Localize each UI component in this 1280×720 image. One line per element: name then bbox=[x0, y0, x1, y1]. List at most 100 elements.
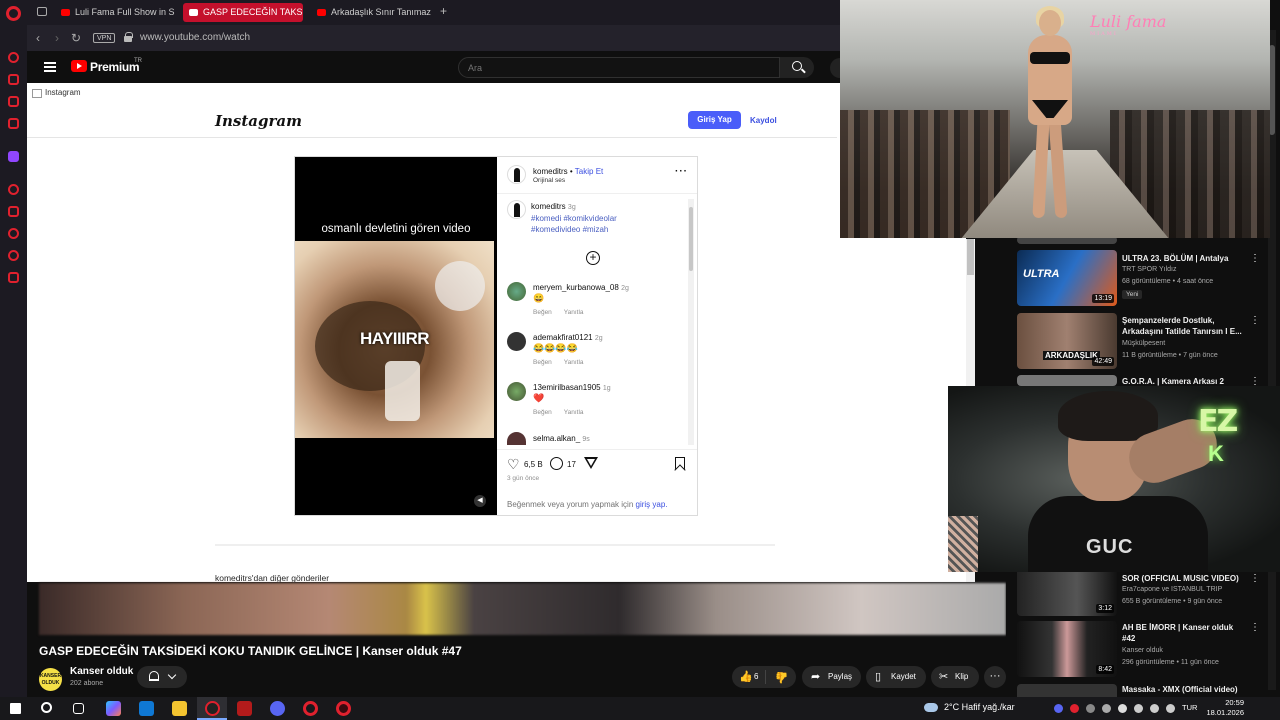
load-more-comments-icon[interactable]: + bbox=[586, 251, 600, 265]
opera-gx-2-icon[interactable] bbox=[336, 701, 351, 716]
url-field[interactable]: www.youtube.com/watch bbox=[140, 32, 250, 43]
tab-gasp[interactable]: GASP EDECEĞİN TAKSİDE bbox=[183, 3, 303, 22]
twitch-icon[interactable] bbox=[8, 151, 19, 162]
opera-gx-icon[interactable] bbox=[205, 701, 220, 716]
avatar[interactable] bbox=[507, 200, 526, 219]
menu-icon[interactable] bbox=[44, 62, 56, 72]
task-view-icon[interactable] bbox=[73, 703, 84, 714]
channel-name[interactable]: Era7capone ve ISTANBUL TRIP bbox=[1122, 586, 1222, 593]
like-comment-button[interactable]: Beğen bbox=[533, 359, 552, 366]
wallet-icon[interactable] bbox=[8, 206, 19, 217]
channel-name[interactable]: Müşkülpesent bbox=[1122, 340, 1165, 347]
comments-scrollbar[interactable] bbox=[688, 199, 694, 445]
more-options-icon[interactable]: ⋮ bbox=[1250, 622, 1260, 633]
thumbs-up-icon[interactable]: 👍 bbox=[739, 666, 753, 688]
vpn-badge[interactable]: VPN bbox=[93, 33, 116, 43]
video-title[interactable]: ULTRA 23. BÖLÜM | Antalya bbox=[1122, 253, 1242, 264]
instagram-icon[interactable] bbox=[8, 118, 19, 129]
like-comment-button[interactable]: Beğen bbox=[533, 409, 552, 416]
back-icon[interactable]: ‹ bbox=[36, 31, 40, 45]
player-icon[interactable] bbox=[8, 184, 19, 195]
volume-icon[interactable]: ◀ bbox=[474, 495, 486, 507]
bag-icon[interactable] bbox=[8, 74, 19, 85]
tray-icon[interactable] bbox=[1102, 704, 1111, 713]
tray-icon[interactable] bbox=[1070, 704, 1079, 713]
video-title[interactable]: SOR (OFFICIAL MUSIC VIDEO) bbox=[1122, 573, 1242, 584]
save-button[interactable]: ▯ Kaydet bbox=[866, 666, 926, 688]
bookmark-icon[interactable] bbox=[675, 457, 685, 470]
video-thumbnail[interactable] bbox=[1017, 375, 1117, 386]
channel-name[interactable]: Kanser olduk bbox=[70, 666, 133, 677]
video-player[interactable] bbox=[39, 583, 1006, 635]
search-icon[interactable] bbox=[41, 702, 52, 713]
tab-luli-fama[interactable]: Luli Fama Full Show in SLO bbox=[55, 3, 175, 22]
video-thumbnail[interactable]: 3:12 bbox=[1017, 572, 1117, 616]
more-actions-icon[interactable]: ··· bbox=[984, 666, 1006, 688]
reply-button[interactable]: Yanıtla bbox=[564, 359, 584, 366]
reload-icon[interactable]: ↻ bbox=[71, 31, 81, 45]
lock-icon[interactable] bbox=[124, 32, 133, 42]
obs-icon[interactable] bbox=[237, 701, 252, 716]
tray-icon[interactable] bbox=[1086, 704, 1095, 713]
avatar[interactable] bbox=[507, 432, 526, 445]
avatar[interactable] bbox=[507, 165, 526, 184]
messenger-icon[interactable] bbox=[8, 96, 19, 107]
copilot-icon[interactable] bbox=[106, 701, 121, 716]
reply-button[interactable]: Yanıtla bbox=[564, 309, 584, 316]
search-box[interactable] bbox=[458, 57, 780, 78]
instagram-logo[interactable]: Instagram bbox=[215, 112, 302, 130]
like-comment-button[interactable]: Beğen bbox=[533, 309, 552, 316]
start-icon[interactable] bbox=[10, 703, 21, 714]
more-options-icon[interactable]: ⋮ bbox=[1250, 573, 1260, 584]
discord-icon[interactable] bbox=[270, 701, 285, 716]
post-video[interactable]: osmanlı devletini gören video HAYIIIRR ◀ bbox=[295, 157, 497, 515]
share-icon[interactable] bbox=[584, 457, 598, 469]
extensions-icon[interactable] bbox=[8, 272, 19, 283]
login-link[interactable]: giriş yap. bbox=[636, 500, 668, 509]
channel-name[interactable]: Kanser olduk bbox=[1122, 647, 1163, 654]
avatar[interactable] bbox=[507, 282, 526, 301]
mail-icon[interactable] bbox=[139, 701, 154, 716]
tray-icon[interactable] bbox=[1166, 704, 1175, 713]
caption-hashtags[interactable]: #komedi #komikvideolar #komedivideo #miz… bbox=[531, 213, 641, 235]
opera-icon[interactable] bbox=[303, 701, 318, 716]
avatar[interactable] bbox=[507, 382, 526, 401]
more-options-icon[interactable]: ⋮ bbox=[1250, 315, 1260, 326]
thumbs-down-icon[interactable]: 👍 bbox=[775, 666, 789, 688]
weather-text[interactable]: 2°C Hafif yağ./kar bbox=[944, 702, 1015, 712]
forward-icon[interactable]: › bbox=[55, 31, 59, 45]
video-title[interactable]: AH BE İMORR | Kanser olduk #42 bbox=[1122, 622, 1242, 644]
notification-button[interactable] bbox=[137, 666, 187, 688]
video-title[interactable]: Şempanzelerde Dostluk, Arkadaşını Tatild… bbox=[1122, 315, 1242, 337]
search-button[interactable] bbox=[780, 57, 814, 78]
tab-islands-icon[interactable] bbox=[37, 7, 47, 16]
signup-link[interactable]: Kaydol bbox=[750, 116, 777, 125]
youtube-logo-icon[interactable] bbox=[71, 60, 87, 72]
youtube-brand[interactable]: Premium bbox=[90, 60, 140, 74]
video-thumbnail[interactable]: ULTRA 13:19 bbox=[1017, 250, 1117, 306]
video-thumbnail[interactable]: ARKADAŞLIK 42:49 bbox=[1017, 313, 1117, 369]
opera-logo-icon[interactable] bbox=[6, 6, 21, 21]
channel-name[interactable]: TRT SPOR Yıldız bbox=[1122, 266, 1176, 273]
network-icon[interactable] bbox=[1134, 704, 1143, 713]
video-thumbnail[interactable] bbox=[1017, 684, 1117, 697]
folder-icon[interactable] bbox=[172, 701, 187, 716]
login-button[interactable]: Giriş Yap bbox=[688, 111, 741, 129]
clip-button[interactable]: ✂ Klip bbox=[931, 666, 979, 688]
video-title[interactable]: Massaka - XMX (Official video) bbox=[1122, 684, 1242, 695]
share-button[interactable]: ➦ Paylaş bbox=[802, 666, 861, 688]
audio-label[interactable]: Orijinal ses bbox=[533, 177, 565, 184]
more-options-icon[interactable]: ··· bbox=[675, 166, 688, 177]
aria-icon[interactable] bbox=[8, 52, 19, 63]
heart-icon[interactable]: ♡ bbox=[507, 457, 520, 471]
reply-button[interactable]: Yanıtla bbox=[564, 409, 584, 416]
tab-arkadaslik[interactable]: Arkadaşlık Sınır Tanımaz M bbox=[311, 3, 431, 22]
channel-avatar[interactable]: KANSER OLDUK bbox=[39, 668, 62, 691]
avatar[interactable] bbox=[507, 332, 526, 351]
microphone-tray-icon[interactable] bbox=[1118, 704, 1127, 713]
follow-button[interactable]: Takip Et bbox=[575, 167, 603, 176]
history-icon[interactable] bbox=[8, 228, 19, 239]
search-input[interactable] bbox=[459, 58, 759, 78]
comment-icon[interactable] bbox=[550, 457, 563, 470]
language-indicator[interactable]: TUR bbox=[1182, 703, 1197, 712]
